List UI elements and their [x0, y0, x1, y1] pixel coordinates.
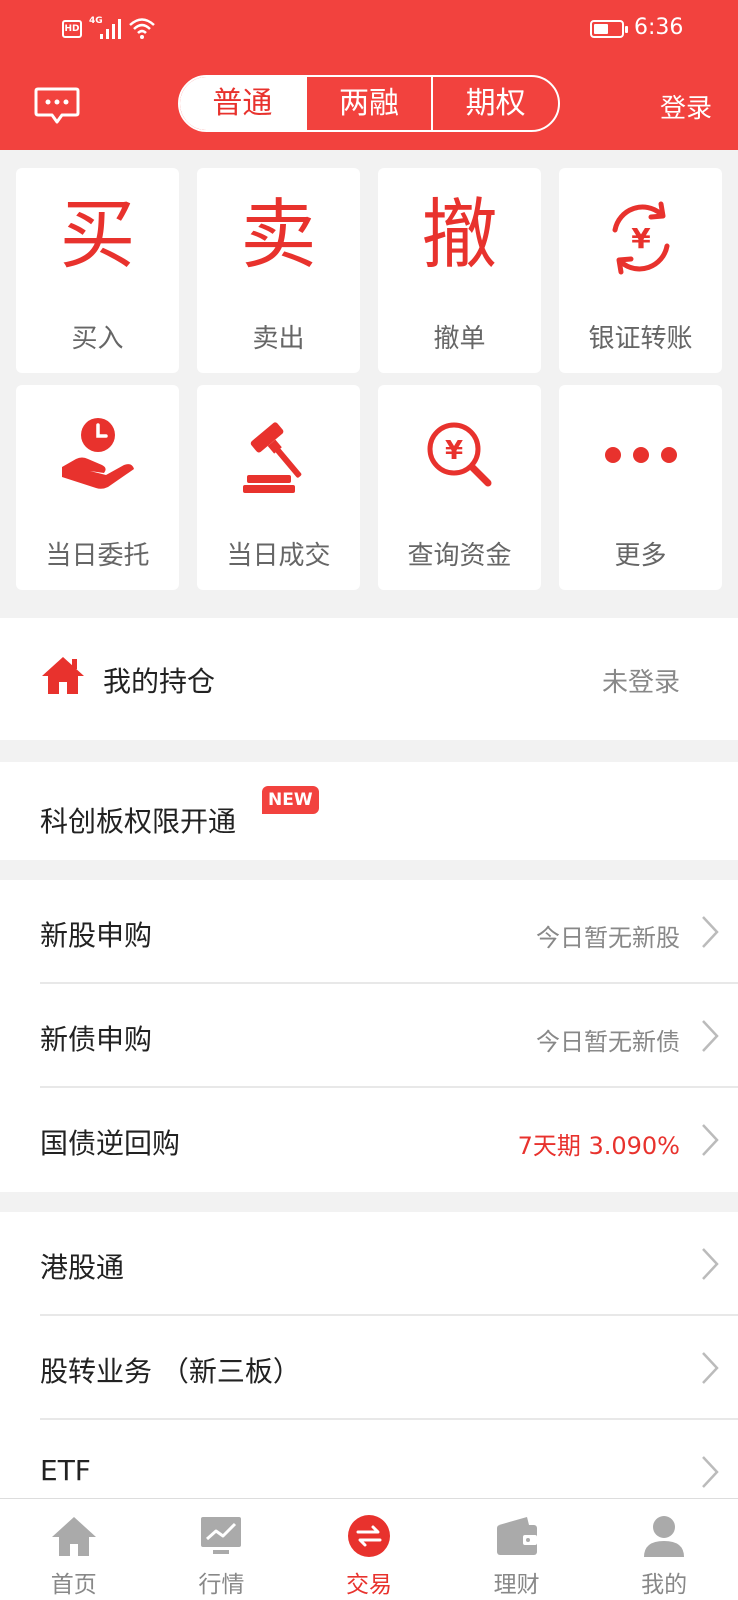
- tab-margin[interactable]: 两融: [304, 77, 432, 130]
- my-holdings-row[interactable]: 我的持仓 未登录: [0, 618, 738, 740]
- tab-market[interactable]: 行情: [148, 1499, 296, 1600]
- cancel-order-button[interactable]: 撤 撤单: [378, 168, 541, 373]
- chevron-right-icon: [702, 1456, 719, 1488]
- hd-badge: HD: [62, 20, 82, 38]
- home-icon: [51, 1517, 96, 1556]
- tab-normal[interactable]: 普通: [180, 77, 305, 130]
- bank-transfer-button[interactable]: ¥ 银证转账: [559, 168, 722, 373]
- tab-wealth[interactable]: 理财: [443, 1499, 591, 1600]
- svg-text:¥: ¥: [445, 436, 463, 466]
- list-item-ipo[interactable]: 新股申购 今日暂无新股: [0, 880, 738, 984]
- house-icon: [42, 657, 84, 694]
- message-icon[interactable]: [34, 86, 80, 126]
- tab-label: 首页: [50, 1572, 97, 1598]
- tab-label: 理财: [493, 1572, 540, 1598]
- yen-search-icon: ¥: [427, 422, 492, 487]
- buy-glyph: 买: [59, 190, 136, 279]
- clock: 6:36: [634, 15, 684, 40]
- header: HD 4G 6:36 普通 两融 期权 登录: [0, 0, 738, 150]
- buy-button[interactable]: 买 买入: [16, 168, 179, 373]
- list-item-title: 港股通: [40, 1251, 125, 1284]
- today-trades-button[interactable]: 当日成交: [197, 385, 360, 590]
- list-item-title: 股转业务 （新三板）: [40, 1355, 301, 1388]
- cancel-glyph: 撤: [421, 190, 498, 279]
- new-badge: NEW: [262, 786, 319, 814]
- bottom-tab-bar: 首页 行情 交易 理财 我的: [0, 1498, 738, 1600]
- login-button[interactable]: 登录: [660, 88, 712, 125]
- status-bar: HD 4G 6:36: [0, 0, 738, 58]
- sell-glyph: 卖: [240, 190, 317, 279]
- star-market-title: 科创板权限开通: [40, 805, 237, 838]
- hand-clock-icon: [62, 418, 134, 489]
- list-item-repo[interactable]: 国债逆回购 7天期 3.090%: [0, 1088, 738, 1192]
- quick-action-grid: 买 买入 卖 卖出 撤 撤单 ¥ 银证转账 当日委托 当日成交 ¥ 查询资金 更…: [0, 150, 738, 618]
- svg-text:¥: ¥: [631, 222, 651, 255]
- list-item-status: 7天期 3.090%: [517, 1132, 680, 1160]
- sell-button[interactable]: 卖 卖出: [197, 168, 360, 373]
- list-item-status: 今日暂无新债: [536, 1028, 680, 1056]
- chevron-right-icon: [702, 916, 719, 948]
- chevron-right-icon: [702, 1124, 719, 1156]
- tab-home[interactable]: 首页: [0, 1499, 148, 1600]
- more-dots-icon: [605, 447, 677, 463]
- more-button[interactable]: 更多: [559, 385, 722, 590]
- chart-icon: [201, 1517, 242, 1554]
- account-type-segment: 普通 两融 期权: [178, 75, 560, 132]
- tab-mine[interactable]: 我的: [590, 1499, 738, 1600]
- services-list: 港股通 股转业务 （新三板） ETF: [0, 1212, 738, 1502]
- chevron-right-icon: [702, 1020, 719, 1052]
- list-item-title: 新债申购: [40, 1023, 153, 1056]
- list-item-hk-connect[interactable]: 港股通: [0, 1212, 738, 1316]
- star-market-row[interactable]: 科创板权限开通 NEW: [0, 762, 738, 860]
- today-orders-button[interactable]: 当日委托: [16, 385, 179, 590]
- more-label: 更多: [614, 541, 667, 571]
- list-item-title: ETF: [40, 1454, 91, 1487]
- tab-label: 我的: [641, 1572, 688, 1598]
- holdings-status: 未登录: [601, 668, 680, 698]
- query-funds-button[interactable]: ¥ 查询资金: [378, 385, 541, 590]
- chevron-right-icon: [702, 1248, 719, 1280]
- list-item-neeq[interactable]: 股转业务 （新三板）: [0, 1316, 738, 1420]
- tab-label: 交易: [345, 1572, 392, 1598]
- cancel-order-label: 撤单: [433, 324, 486, 354]
- gavel-icon: [243, 422, 302, 493]
- battery-icon: [590, 20, 628, 38]
- subscription-list: 新股申购 今日暂无新股 新债申购 今日暂无新债 国债逆回购 7天期 3.090%: [0, 880, 738, 1192]
- profile-icon: [644, 1516, 685, 1557]
- list-item-bond[interactable]: 新债申购 今日暂无新债: [0, 984, 738, 1088]
- tab-label: 行情: [198, 1572, 245, 1598]
- wifi-icon: [129, 18, 155, 39]
- holdings-title: 我的持仓: [103, 665, 216, 698]
- query-funds-label: 查询资金: [407, 541, 512, 571]
- bank-transfer-label: 银证转账: [588, 324, 693, 354]
- chevron-right-icon: [702, 1352, 719, 1384]
- list-item-title: 新股申购: [40, 919, 153, 952]
- trade-icon: [347, 1515, 390, 1557]
- list-item-status: 今日暂无新股: [536, 924, 680, 952]
- signal-icon: [100, 19, 121, 39]
- today-trades-label: 当日成交: [226, 541, 331, 571]
- buy-label: 买入: [71, 324, 124, 354]
- tab-trade[interactable]: 交易: [295, 1499, 443, 1600]
- sell-label: 卖出: [252, 324, 305, 354]
- list-item-title: 国债逆回购: [40, 1127, 181, 1160]
- tab-options[interactable]: 期权: [431, 77, 558, 130]
- today-orders-label: 当日委托: [45, 541, 150, 571]
- yen-exchange-icon: ¥: [612, 201, 670, 275]
- wallet-icon: [496, 1517, 537, 1555]
